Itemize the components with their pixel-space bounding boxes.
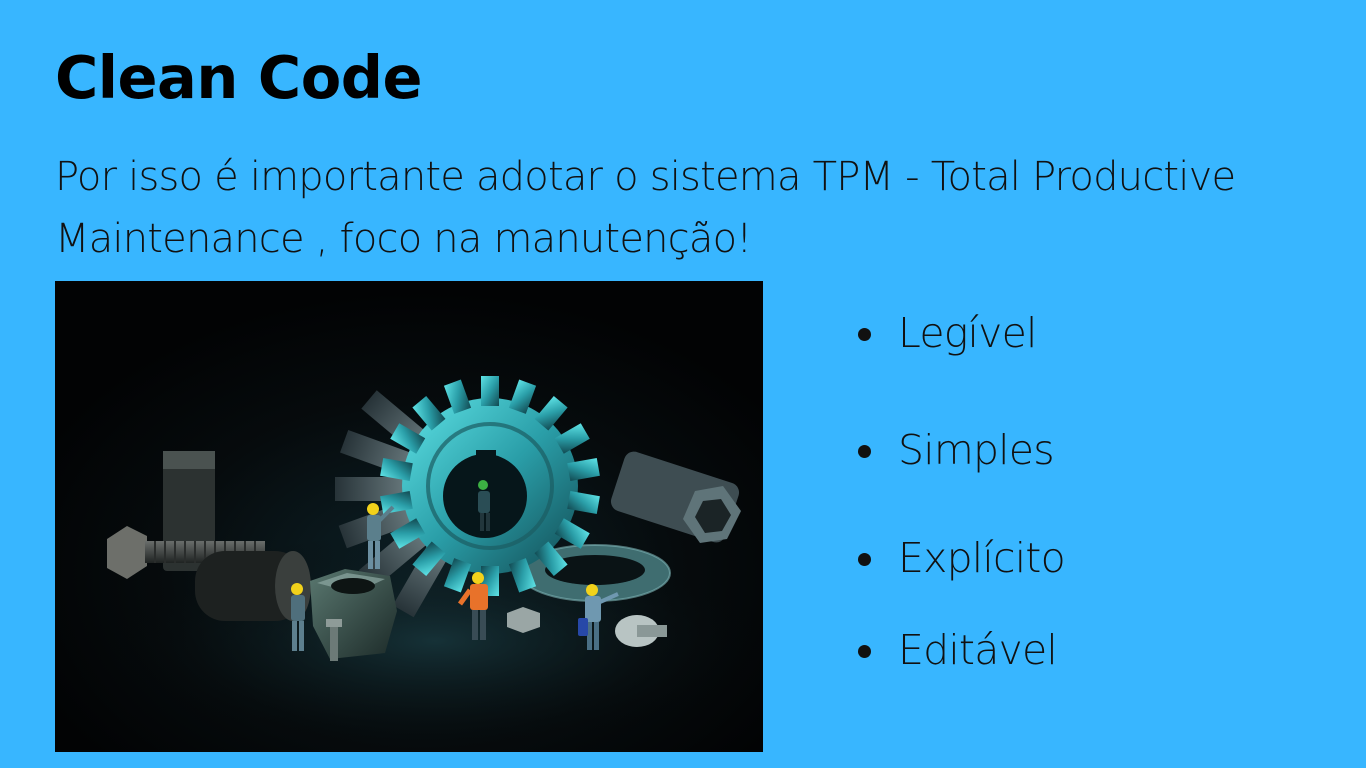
bullet-label: Explícito [898,534,1066,582]
bullet-dot-icon [858,553,871,566]
slide-title: Clean Code [55,43,422,112]
bullet-dot-icon [858,645,871,658]
bullet-dot-icon [858,445,871,458]
bullet-label: Legível [898,309,1037,357]
bullet-label: Simples [898,426,1055,474]
bullet-dot-icon [858,328,871,341]
bullet-label: Editável [898,626,1058,674]
gear-workers-photo [55,281,763,752]
slide-subtitle: Por isso é importante adotar o sistema T… [55,154,1236,262]
